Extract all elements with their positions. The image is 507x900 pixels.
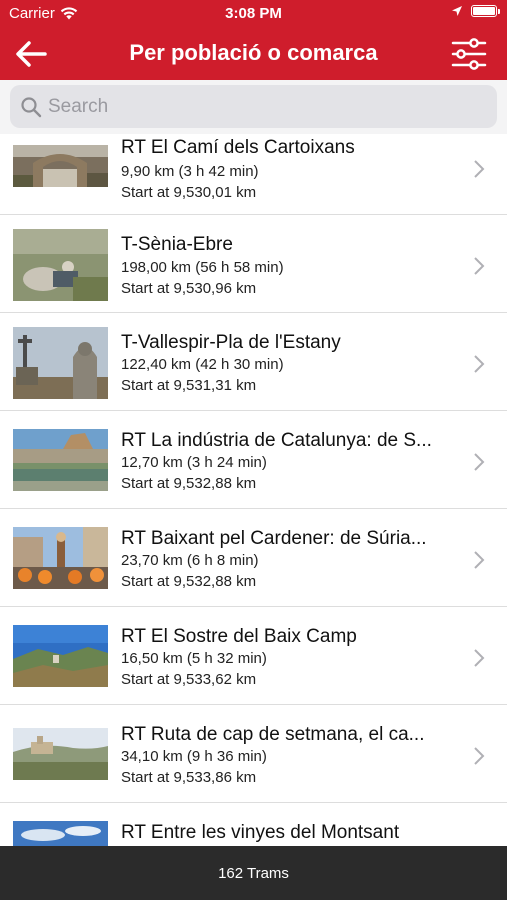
route-thumbnail (13, 527, 108, 589)
search-container (0, 80, 507, 134)
route-row[interactable]: T-Vallespir-Pla de l'Estany 122,40 km (4… (0, 314, 507, 411)
route-row[interactable]: RT La indústria de Catalunya: de S... 12… (0, 412, 507, 509)
route-distance: 12,70 km (3 h 24 min) (121, 454, 267, 471)
route-thumbnail (13, 229, 108, 301)
route-thumbnail (13, 821, 108, 846)
route-row[interactable]: T-Sènia-Ebre 198,00 km (56 h 58 min) Sta… (0, 216, 507, 313)
route-row[interactable]: RT El Camí dels Cartoixans 9,90 km (3 h … (0, 134, 507, 215)
route-distance: 9,90 km (3 h 42 min) (121, 163, 259, 180)
route-distance: 23,70 km (6 h 8 min) (121, 552, 259, 569)
chevron-right-icon (474, 355, 485, 373)
location-arrow-icon (452, 6, 462, 16)
route-start: Start at 9,531,31 km (121, 377, 257, 394)
status-right (451, 5, 500, 17)
route-start: Start at 9,533,86 km (121, 769, 257, 786)
sliders-icon (451, 38, 487, 70)
chevron-right-icon (474, 257, 485, 275)
route-thumbnail (13, 728, 108, 780)
route-thumbnail (13, 625, 108, 687)
route-row[interactable]: RT Entre les vinyes del Montsant (0, 804, 507, 846)
route-start: Start at 9,532,88 km (121, 475, 257, 492)
route-start: Start at 9,530,96 km (121, 280, 257, 297)
chevron-right-icon (474, 747, 485, 765)
route-thumbnail (13, 145, 108, 187)
page-title: Per població o comarca (129, 40, 378, 65)
route-title: RT Baixant pel Cardener: de Súria... (121, 528, 427, 549)
route-title: RT Entre les vinyes del Montsant (121, 822, 400, 843)
route-row[interactable]: RT Ruta de cap de setmana, el ca... 34,1… (0, 706, 507, 803)
route-title: RT Ruta de cap de setmana, el ca... (121, 724, 425, 745)
route-count: 162 Trams (218, 864, 289, 882)
route-distance: 122,40 km (42 h 30 min) (121, 356, 284, 373)
route-start: Start at 9,532,88 km (121, 573, 257, 590)
chevron-right-icon (474, 551, 485, 569)
route-start: Start at 9,530,01 km (121, 184, 257, 201)
route-thumbnail (13, 429, 108, 491)
route-distance: 198,00 km (56 h 58 min) (121, 259, 284, 276)
route-distance: 34,10 km (9 h 36 min) (121, 748, 267, 765)
back-button[interactable] (12, 36, 50, 72)
footer-bar: 162 Trams (0, 846, 507, 900)
battery-icon (471, 5, 500, 17)
route-start: Start at 9,533,62 km (121, 671, 257, 688)
back-arrow-icon (16, 41, 47, 67)
search-bar[interactable] (10, 85, 497, 128)
route-row[interactable]: RT Baixant pel Cardener: de Súria... 23,… (0, 510, 507, 607)
chevron-right-icon (474, 160, 485, 178)
route-title: T-Vallespir-Pla de l'Estany (121, 332, 341, 353)
route-title: RT El Camí dels Cartoixans (121, 137, 355, 158)
route-distance: 16,50 km (5 h 32 min) (121, 650, 267, 667)
chevron-right-icon (474, 649, 485, 667)
navigation-bar: Per població o comarca (0, 28, 507, 80)
search-icon (21, 96, 42, 117)
clock: 3:08 PM (225, 5, 282, 22)
route-thumbnail (13, 327, 108, 399)
route-title: RT La indústria de Catalunya: de S... (121, 430, 432, 451)
route-row[interactable]: RT El Sostre del Baix Camp 16,50 km (5 h… (0, 608, 507, 705)
status-bar: Carrier 3:08 PM (0, 0, 507, 28)
route-list: RT El Camí dels Cartoixans 9,90 km (3 h … (0, 134, 507, 846)
route-title: T-Sènia-Ebre (121, 234, 233, 255)
search-input[interactable] (48, 95, 468, 118)
filter-button[interactable] (449, 35, 489, 73)
chevron-right-icon (474, 453, 485, 471)
app-header: Carrier 3:08 PM Per població o comarca (0, 0, 507, 80)
route-title: RT El Sostre del Baix Camp (121, 626, 357, 647)
